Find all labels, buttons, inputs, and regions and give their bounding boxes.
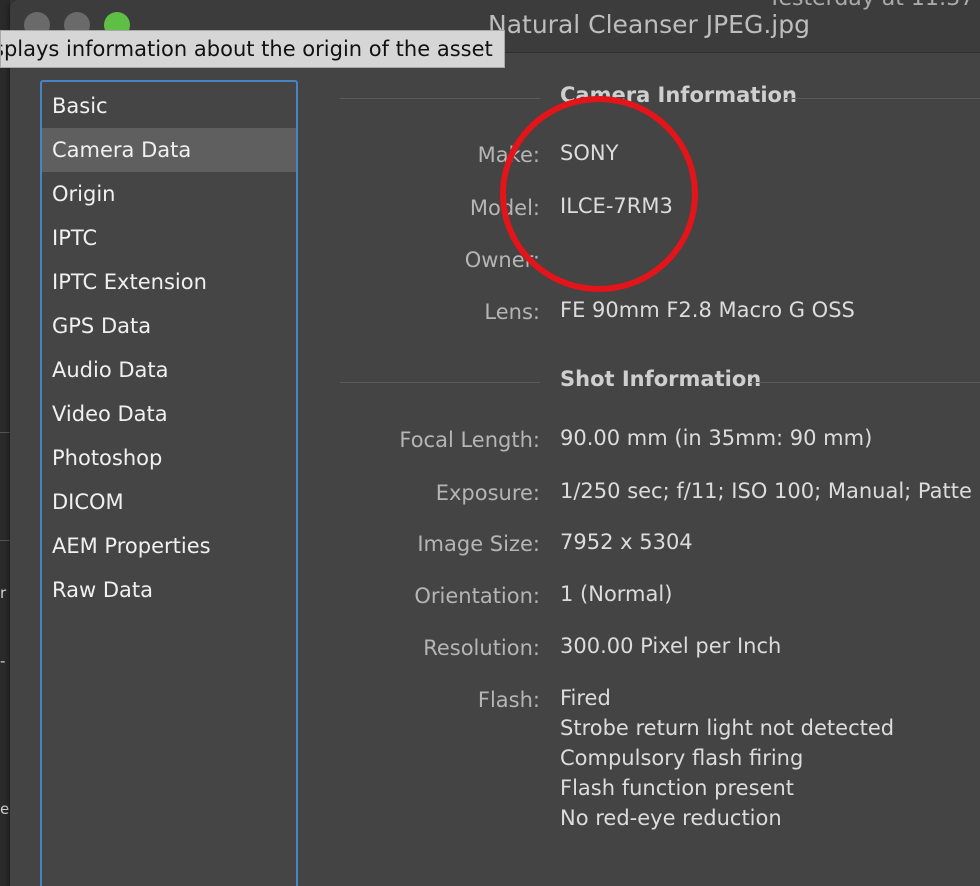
sidebar-item-label: Raw Data (52, 578, 153, 602)
tooltip-text: splays information about the origin of t… (0, 37, 493, 61)
section-title: Shot Information (560, 367, 762, 391)
orientation-label: Orientation: (414, 584, 540, 608)
background-window-title: Yesterday at 11:37 A (768, 0, 980, 11)
section-divider (750, 382, 980, 383)
sidebar-item-label: Audio Data (52, 358, 169, 382)
section-divider (785, 98, 980, 99)
resolution-label: Resolution: (423, 636, 540, 660)
flash-label: Flash: (477, 688, 540, 712)
red-annotation-circle (500, 96, 698, 292)
section-divider (340, 98, 540, 99)
background-text: e (0, 800, 10, 818)
sidebar-item-label: Basic (52, 94, 108, 118)
sidebar-item-label: IPTC Extension (52, 270, 207, 294)
make-label: Make: (477, 143, 540, 167)
focal-length-label: Focal Length: (399, 428, 540, 452)
flash-value-line: Flash function present (560, 776, 794, 800)
owner-label: Owner: (464, 248, 540, 272)
background-divider (0, 432, 10, 433)
tooltip: splays information about the origin of t… (0, 30, 505, 68)
exposure-value[interactable]: 1/250 sec; f/11; ISO 100; Manual; Patte (560, 479, 972, 503)
image-size-value[interactable]: 7952 x 5304 (560, 530, 693, 554)
sidebar-item-label: GPS Data (52, 314, 152, 338)
background-text: r (0, 584, 7, 602)
lens-value[interactable]: FE 90mm F2.8 Macro G OSS (560, 298, 855, 322)
section-divider (340, 382, 540, 383)
focal-length-value[interactable]: 90.00 mm (in 35mm: 90 mm) (560, 426, 872, 450)
resolution-value[interactable]: 300.00 Pixel per Inch (560, 634, 781, 658)
sidebar-item-label: AEM Properties (52, 534, 211, 558)
sidebar-item-label: Video Data (52, 402, 168, 426)
lens-label: Lens: (484, 300, 540, 324)
background-divider (0, 540, 10, 541)
window-title: Natural Cleanser JPEG.jpg (488, 10, 810, 39)
flash-value-line: No red-eye reduction (560, 806, 782, 830)
background-text: - (0, 652, 6, 670)
sidebar-item-basic[interactable]: Basic (42, 84, 296, 128)
sidebar-item-label: Camera Data (52, 138, 192, 162)
sidebar-item-audio-data[interactable]: Audio Data (42, 348, 296, 392)
model-label: Model: (469, 196, 540, 220)
orientation-value[interactable]: 1 (Normal) (560, 582, 672, 606)
image-size-label: Image Size: (417, 532, 540, 556)
exposure-label: Exposure: (435, 481, 540, 505)
flash-value-line: Compulsory flash firing (560, 746, 804, 770)
background-app-strip: r - e (0, 0, 10, 886)
screen: r - e Natural Cleanser JPEG.jpg Yesterda… (0, 0, 980, 886)
sidebar-item-label: DICOM (52, 490, 124, 514)
sidebar-item-label: Origin (52, 182, 116, 206)
flash-value-line: Fired (560, 686, 611, 710)
flash-value-line: Strobe return light not detected (560, 716, 895, 740)
sidebar-item-label: Photoshop (52, 446, 163, 470)
sidebar-item-label: IPTC (52, 226, 98, 250)
